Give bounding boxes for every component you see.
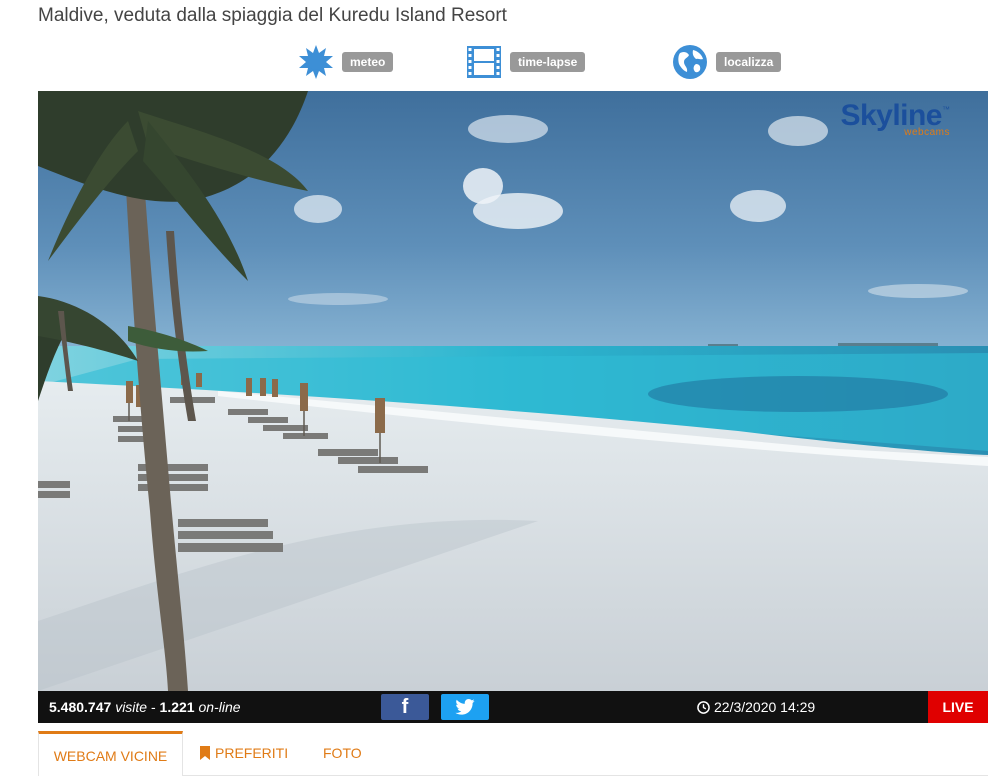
- logo-trademark: ™: [942, 105, 950, 114]
- sun-weather-icon: [299, 45, 333, 79]
- stats-separator: -: [150, 699, 156, 715]
- live-badge[interactable]: LIVE: [928, 691, 988, 723]
- tab-preferiti-label: PREFERITI: [215, 745, 289, 761]
- visits-label: visite: [115, 699, 148, 715]
- webcam-player[interactable]: Skyline™ webcams: [38, 91, 988, 691]
- meteo-button[interactable]: meteo: [298, 44, 394, 80]
- visits-count: 5.480.747: [49, 699, 112, 715]
- bottom-tabs: WEBCAM VICINE PREFERITI FOTO: [38, 731, 988, 776]
- tab-foto[interactable]: FOTO: [323, 731, 362, 775]
- snapshot-datetime: 22/3/2020 14:29: [697, 699, 815, 715]
- localizza-label: localizza: [716, 52, 782, 72]
- facebook-icon: f: [401, 695, 409, 718]
- page-title: Maldive, veduta dalla spiaggia del Kured…: [38, 5, 507, 26]
- timelapse-label: time-lapse: [510, 52, 586, 72]
- meteo-label: meteo: [342, 52, 394, 72]
- datetime-text: 22/3/2020 14:29: [714, 699, 816, 715]
- clock-icon: [697, 700, 710, 714]
- twitter-icon: [455, 699, 475, 715]
- tab-webcam-vicine[interactable]: WEBCAM VICINE: [38, 731, 183, 776]
- localizza-button[interactable]: localizza: [672, 44, 782, 80]
- visitor-stats: 5.480.747 visite - 1.221 on-line: [49, 699, 241, 715]
- online-label: on-line: [198, 699, 241, 715]
- globe-icon: [673, 45, 707, 79]
- online-count: 1.221: [159, 699, 195, 715]
- facebook-share-button[interactable]: f: [381, 694, 429, 720]
- film-strip-icon: [467, 46, 501, 78]
- twitter-share-button[interactable]: [441, 694, 489, 720]
- webcam-image: [38, 91, 988, 691]
- tab-preferiti[interactable]: PREFERITI: [200, 731, 288, 775]
- player-info-bar: 5.480.747 visite - 1.221 on-line f 22/3/…: [38, 691, 988, 723]
- bookmark-icon: [200, 746, 210, 760]
- webcam-actions: meteo time-lapse localizza: [0, 44, 1007, 80]
- skyline-logo: Skyline™ webcams: [840, 99, 950, 138]
- timelapse-button[interactable]: time-lapse: [466, 44, 586, 80]
